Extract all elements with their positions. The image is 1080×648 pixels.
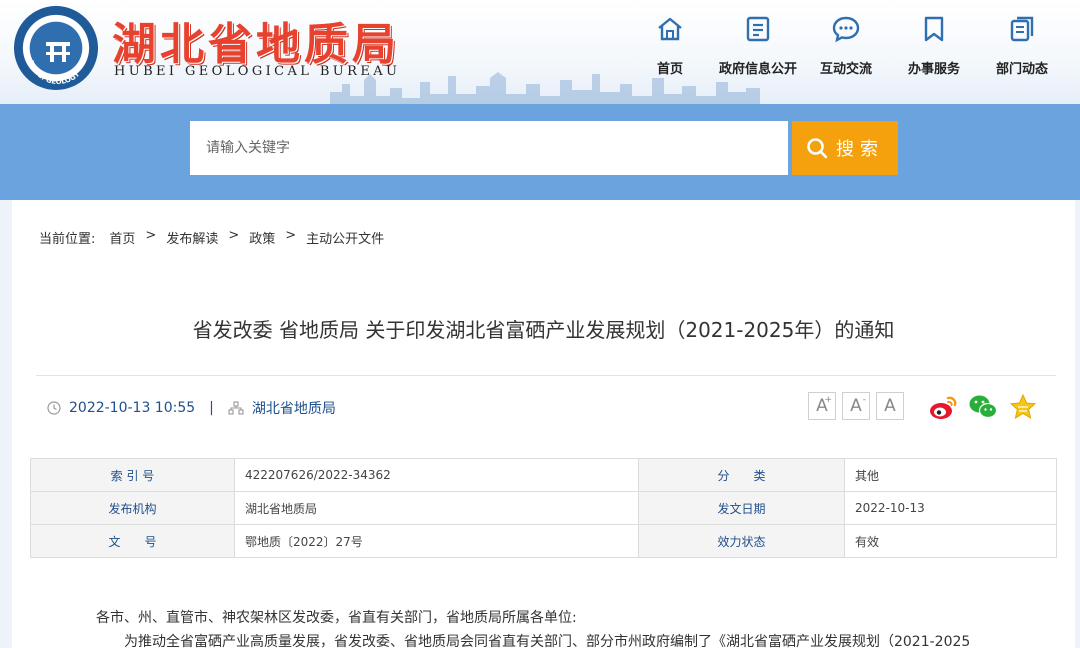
main-nav: 首页 政府信息公开 互动交流 办事服务 部门动态 <box>626 10 1066 90</box>
nav-label-gov-info: 政府信息公开 <box>718 62 797 77</box>
article-meta: 2022-10-13 10:55 | 湖北省地质局 <box>47 398 336 418</box>
meta-separator: | <box>209 400 214 416</box>
table-row: 发布机构 湖北省地质局 发文日期 2022-10-13 <box>30 491 1057 525</box>
font-size-controls: A + A- A <box>808 392 904 420</box>
clock-icon <box>47 401 61 415</box>
nav-label-dept-news: 部门动态 <box>995 62 1048 77</box>
favorite-star-icon[interactable] <box>1008 393 1038 421</box>
info-key: 文 号 <box>30 524 235 558</box>
article-date: 2022-10-13 10:55 <box>69 400 196 416</box>
bookmark-icon <box>924 16 944 42</box>
info-key: 发布机构 <box>30 491 235 525</box>
article-salutation: 各市、州、直管市、神农架林区发改委，省直有关部门，省地质局所属各单位: <box>96 610 577 626</box>
info-key: 发文日期 <box>638 491 845 525</box>
info-value: 有效 <box>844 524 1057 558</box>
breadcrumb-public-files[interactable]: 主动公开文件 <box>306 228 384 247</box>
info-value: 其他 <box>844 458 1057 492</box>
font-increase-button[interactable]: A + <box>808 392 836 420</box>
breadcrumb-release[interactable]: 发布解读 <box>166 228 218 247</box>
content-card: 当前位置: 首页 > 发布解读 > 政策 > 主动公开文件 省发改委 省地质局 … <box>12 200 1075 648</box>
font-decrease-button[interactable]: A- <box>842 392 870 420</box>
search-button-label: 搜索 <box>836 139 884 160</box>
info-key: 索 引 号 <box>30 458 235 492</box>
nav-item-interaction[interactable]: 互动交流 <box>802 10 890 90</box>
search-band: 搜索 <box>0 104 1080 200</box>
article-body: 各市、州、直管市、神农架林区发改委，省直有关部门，省地质局所属各单位: 为推动全… <box>96 606 1026 648</box>
breadcrumb-policy[interactable]: 政策 <box>249 228 275 247</box>
home-icon <box>658 17 682 41</box>
font-reset-button[interactable]: A <box>876 392 904 420</box>
organization-icon <box>228 401 244 415</box>
share-buttons <box>928 393 1038 421</box>
article-source[interactable]: 湖北省地质局 <box>252 398 336 418</box>
nav-label-home: 首页 <box>656 62 683 77</box>
info-key: 效力状态 <box>638 524 845 558</box>
chat-bubble-icon <box>832 16 860 43</box>
nav-label-services: 办事服务 <box>907 62 960 77</box>
table-row: 文 号 鄂地质〔2022〕27号 效力状态 有效 <box>30 524 1057 558</box>
info-value: 422207626/2022-34362 <box>234 458 639 492</box>
info-value: 鄂地质〔2022〕27号 <box>234 524 639 558</box>
document-list-icon <box>746 16 770 42</box>
nav-item-services[interactable]: 办事服务 <box>890 10 978 90</box>
search-input[interactable] <box>190 121 788 175</box>
search-button[interactable]: 搜索 <box>792 121 898 175</box>
nav-label-interaction: 互动交流 <box>819 62 872 77</box>
info-value: 湖北省地质局 <box>234 491 639 525</box>
breadcrumb: 当前位置: 首页 > 发布解读 > 政策 > 主动公开文件 <box>39 228 384 247</box>
site-title: 湖北省地质局 <box>112 19 400 70</box>
info-value: 2022-10-13 <box>844 491 1057 525</box>
article-paragraph: 为推动全省富硒产业高质量发展，省发改委、省地质局会同省直有关部门、部分市州政府编… <box>124 634 971 648</box>
breadcrumb-separator: > <box>145 228 157 243</box>
site-subtitle: HUBEI GEOLOGICAL BUREAU <box>114 64 401 79</box>
bureau-logo[interactable]: HUBEI GEOLOGY <box>14 6 98 90</box>
document-info-table: 索 引 号 422207626/2022-34362 分 类 其他 发布机构 湖… <box>30 458 1057 558</box>
nav-item-home[interactable]: 首页 <box>626 10 714 90</box>
nav-item-dept-news[interactable]: 部门动态 <box>978 10 1066 90</box>
breadcrumb-separator: > <box>228 228 240 243</box>
info-key: 分 类 <box>638 458 845 492</box>
article-title: 省发改委 省地质局 关于印发湖北省富硒产业发展规划（2021-2025年）的通知 <box>192 318 895 342</box>
pages-icon <box>1010 16 1034 42</box>
site-header: HUBEI GEOLOGY 湖北省地质局 HUBEI GEOLOGICAL BU… <box>0 0 1080 104</box>
nav-item-gov-info[interactable]: 政府信息公开 <box>714 10 802 90</box>
hammer-emblem-icon <box>46 42 70 62</box>
breadcrumb-home[interactable]: 首页 <box>109 228 135 247</box>
table-row: 索 引 号 422207626/2022-34362 分 类 其他 <box>30 458 1057 492</box>
search-icon <box>807 138 828 159</box>
breadcrumb-separator: > <box>285 228 297 243</box>
weibo-icon[interactable] <box>928 393 958 421</box>
wechat-icon[interactable] <box>968 393 998 421</box>
breadcrumb-lead: 当前位置: <box>39 232 96 247</box>
divider <box>36 375 1056 376</box>
